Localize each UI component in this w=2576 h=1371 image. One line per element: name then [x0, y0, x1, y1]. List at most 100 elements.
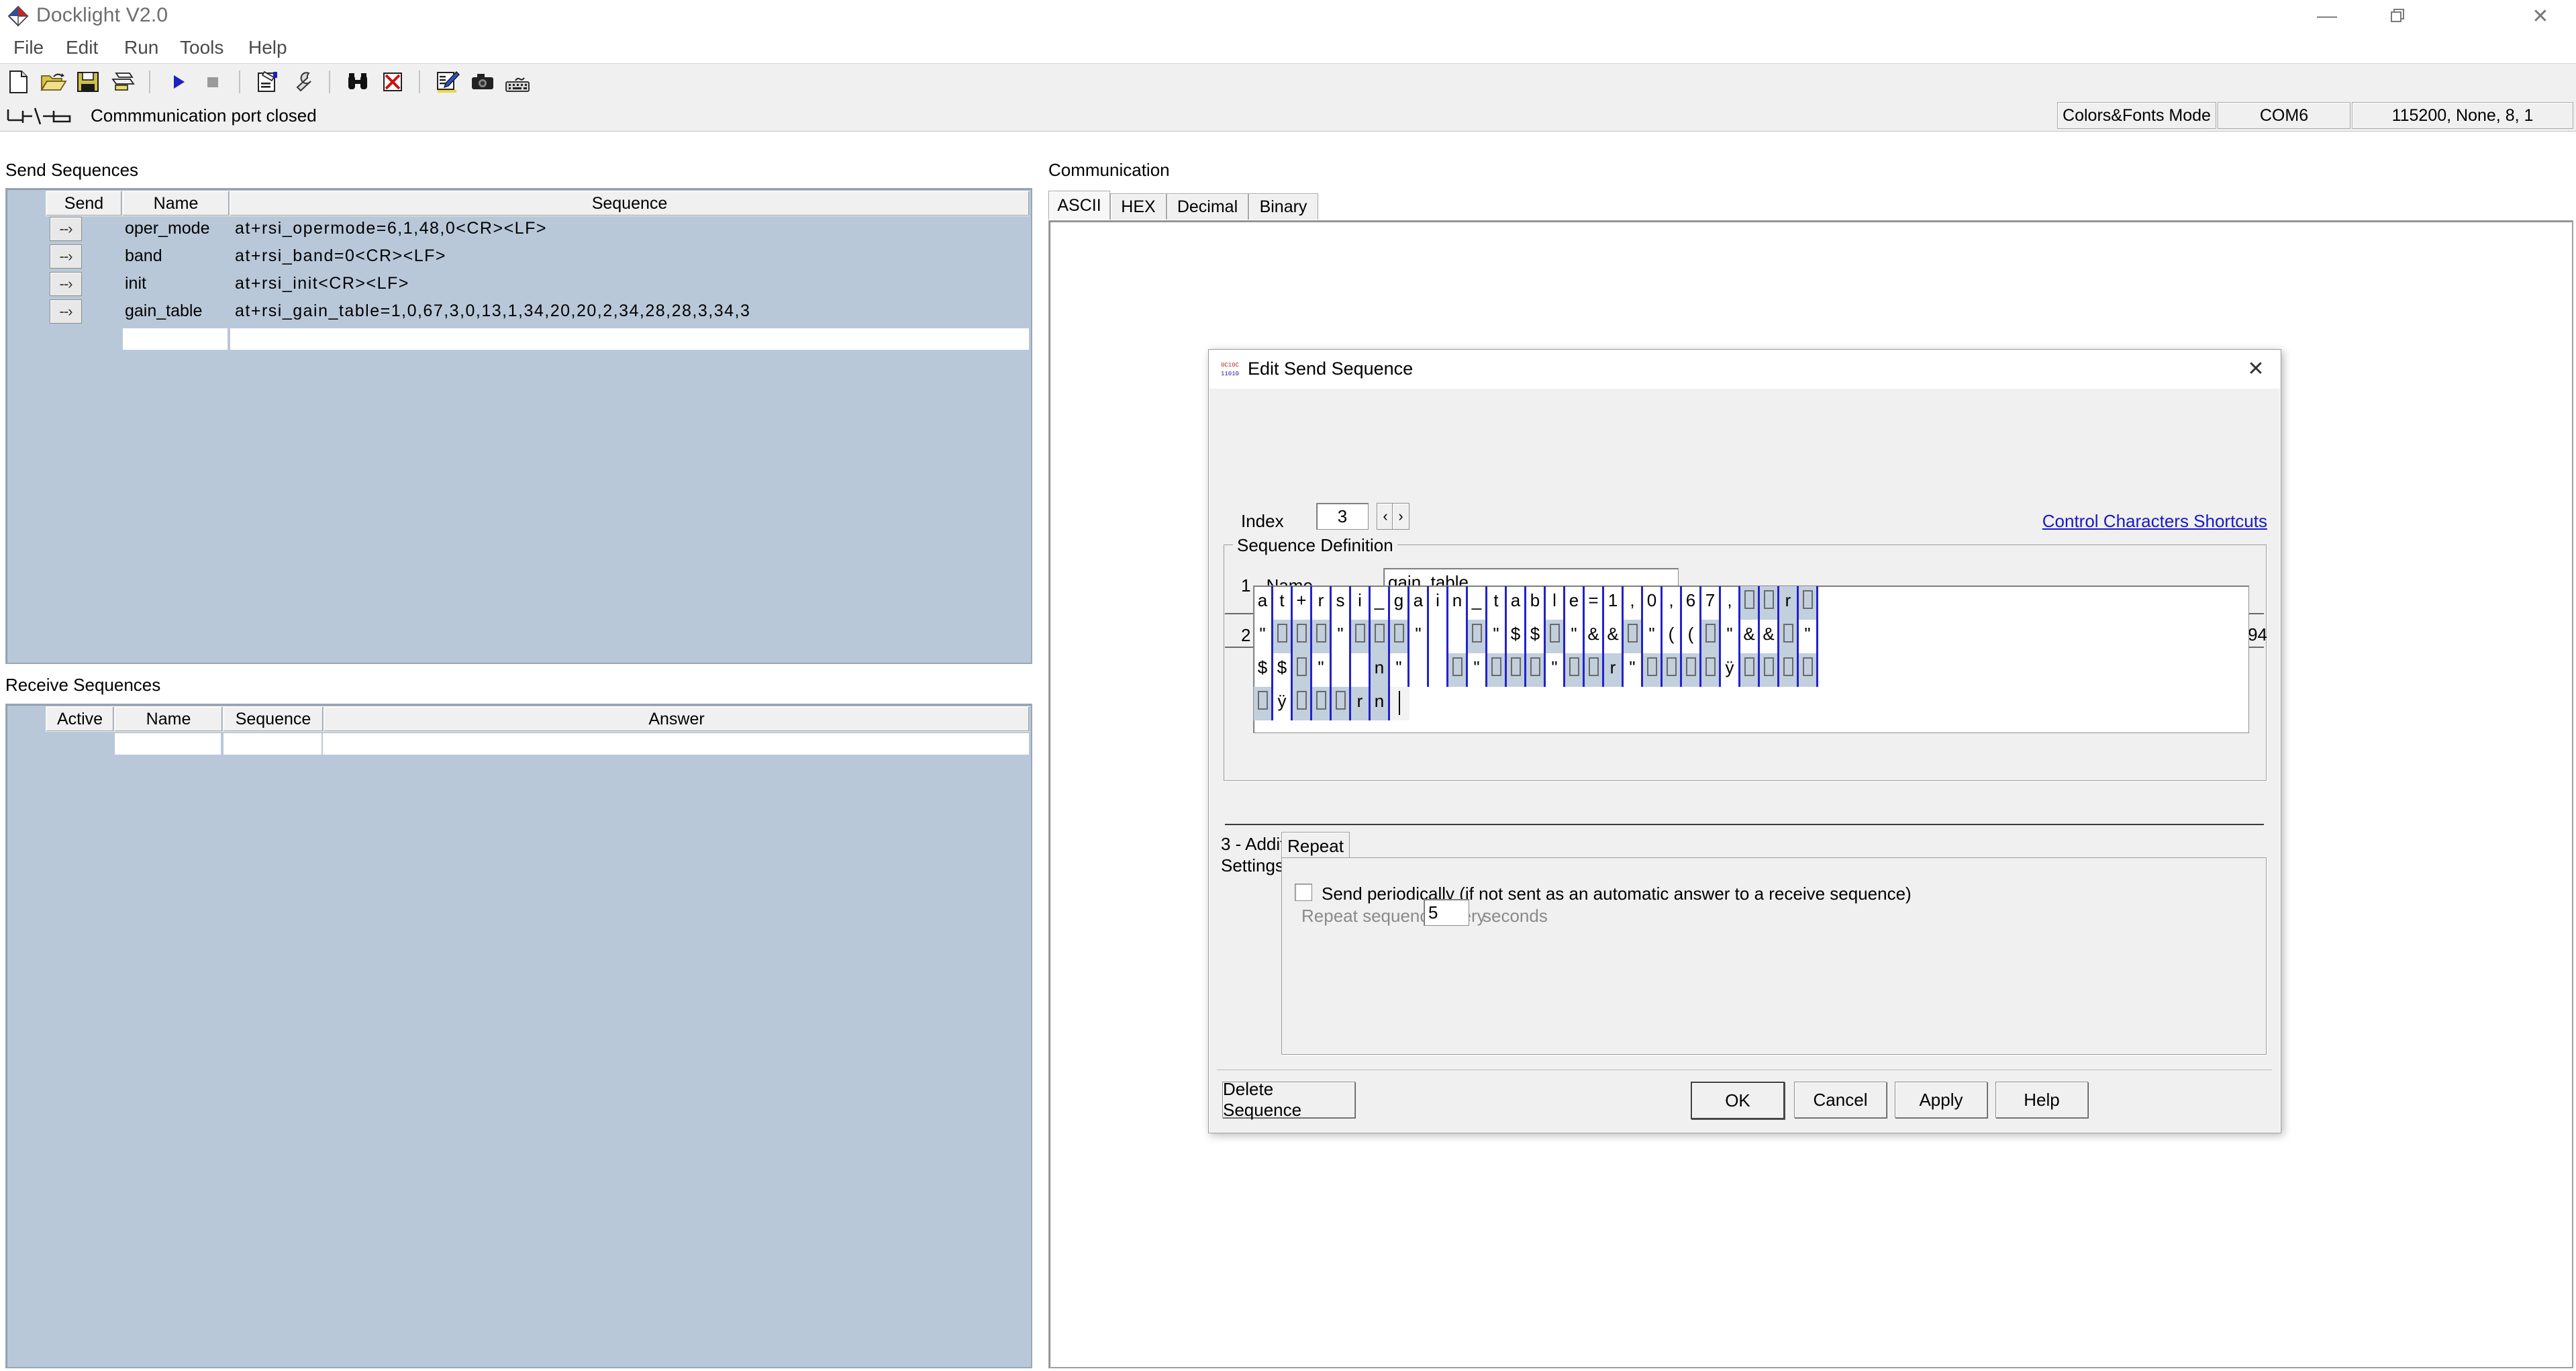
- tools-wrench-icon[interactable]: [289, 68, 317, 96]
- char-cell[interactable]: n: [1371, 653, 1390, 687]
- find-binoculars-icon[interactable]: [344, 68, 372, 96]
- char-cell[interactable]: ": [1721, 620, 1740, 653]
- char-cell[interactable]: [1663, 653, 1682, 687]
- recv-col-header-name[interactable]: Name: [114, 706, 224, 732]
- char-cell[interactable]: [1740, 586, 1760, 620]
- char-cell[interactable]: [1643, 653, 1663, 687]
- recv-col-header-answer[interactable]: Answer: [324, 706, 1030, 732]
- char-cell[interactable]: a: [1254, 586, 1273, 620]
- char-cell[interactable]: t: [1273, 586, 1293, 620]
- com-port-indicator[interactable]: COM6: [2218, 102, 2350, 129]
- recv-empty-name-cell[interactable]: [114, 732, 221, 755]
- minimize-button[interactable]: —: [2291, 0, 2363, 32]
- char-cell[interactable]: &: [1740, 620, 1760, 653]
- char-cell[interactable]: ": [1409, 620, 1429, 653]
- char-cell[interactable]: [1487, 653, 1507, 687]
- char-cell[interactable]: [1332, 687, 1351, 720]
- char-cell[interactable]: [1799, 586, 1818, 620]
- snapshot-camera-icon[interactable]: [468, 68, 497, 96]
- char-cell[interactable]: ": [1487, 620, 1507, 653]
- open-folder-icon[interactable]: [39, 68, 67, 96]
- char-cell[interactable]: [1332, 653, 1351, 687]
- char-cell[interactable]: [1507, 653, 1526, 687]
- send-empty-sequence-cell[interactable]: [230, 328, 1030, 350]
- char-cell[interactable]: g: [1390, 586, 1409, 620]
- recv-empty-answer-cell[interactable]: [322, 732, 1030, 755]
- repeat-interval-input[interactable]: 5: [1424, 899, 1469, 926]
- char-cell[interactable]: ": [1546, 653, 1565, 687]
- send-button-row-0[interactable]: --›: [50, 217, 82, 241]
- char-cell[interactable]: $: [1254, 653, 1273, 687]
- char-cell[interactable]: [1312, 620, 1332, 653]
- char-cell[interactable]: r: [1351, 687, 1371, 720]
- char-cell[interactable]: [1799, 653, 1818, 687]
- send-periodically-checkbox[interactable]: [1295, 884, 1312, 901]
- ok-button[interactable]: OK: [1691, 1082, 1785, 1119]
- send-button-row-3[interactable]: --›: [50, 299, 82, 324]
- char-cell[interactable]: [1371, 620, 1390, 653]
- char-cell[interactable]: [1409, 653, 1429, 687]
- char-cell[interactable]: [1779, 653, 1799, 687]
- new-file-icon[interactable]: [4, 68, 32, 96]
- send-button-row-2[interactable]: --›: [50, 272, 82, 296]
- port-params-indicator[interactable]: 115200, None, 8, 1: [2352, 102, 2573, 129]
- colors-fonts-mode-indicator[interactable]: Colors&Fonts Mode: [2057, 102, 2216, 129]
- char-cell[interactable]: [1448, 620, 1468, 653]
- char-cell[interactable]: [1760, 653, 1779, 687]
- char-cell[interactable]: a: [1507, 586, 1526, 620]
- char-cell[interactable]: ,: [1624, 586, 1643, 620]
- char-cell[interactable]: ": [1390, 653, 1409, 687]
- char-cell[interactable]: r: [1779, 586, 1799, 620]
- char-cell[interactable]: [1390, 620, 1409, 653]
- char-cell[interactable]: t: [1487, 586, 1507, 620]
- char-cell[interactable]: i: [1429, 586, 1448, 620]
- cancel-button[interactable]: Cancel: [1794, 1082, 1887, 1118]
- send-name-row-0[interactable]: oper_mode: [125, 217, 209, 240]
- char-cell[interactable]: [1448, 653, 1468, 687]
- send-name-row-1[interactable]: band: [125, 244, 162, 267]
- delete-sequence-button[interactable]: Delete Sequence: [1222, 1082, 1355, 1118]
- char-cell[interactable]: ": [1254, 620, 1273, 653]
- char-cell[interactable]: [1468, 620, 1487, 653]
- char-cell[interactable]: 7: [1701, 586, 1721, 620]
- send-sequence-row-0[interactable]: at+rsi_opermode=6,1,48,0<CR><LF>: [235, 217, 1027, 240]
- send-sequence-row-3[interactable]: at+rsi_gain_table=1,0,67,3,0,13,1,34,20,…: [235, 299, 1027, 322]
- char-cell[interactable]: [1624, 620, 1643, 653]
- send-col-header-send[interactable]: Send: [46, 191, 123, 216]
- char-cell[interactable]: [1351, 620, 1371, 653]
- char-cell[interactable]: r: [1604, 653, 1624, 687]
- char-cell[interactable]: e: [1565, 586, 1585, 620]
- print-icon[interactable]: [109, 68, 137, 96]
- char-cell[interactable]: [1293, 653, 1312, 687]
- char-cell[interactable]: ": [1565, 620, 1585, 653]
- char-cell[interactable]: ": [1643, 620, 1663, 653]
- clear-communication-icon[interactable]: [379, 68, 407, 96]
- char-cell[interactable]: $: [1507, 620, 1526, 653]
- send-sequence-row-2[interactable]: at+rsi_init<CR><LF>: [235, 272, 1027, 295]
- menu-item-run[interactable]: Run: [117, 36, 165, 60]
- char-cell[interactable]: [1429, 653, 1448, 687]
- tab-hex[interactable]: HEX: [1110, 193, 1167, 220]
- char-cell[interactable]: [1565, 653, 1585, 687]
- char-cell[interactable]: ": [1799, 620, 1818, 653]
- char-cell[interactable]: ": [1624, 653, 1643, 687]
- char-cell[interactable]: [1293, 620, 1312, 653]
- char-cell[interactable]: ,: [1721, 586, 1740, 620]
- index-value-field[interactable]: 3: [1316, 503, 1369, 530]
- char-cell[interactable]: [1254, 687, 1273, 720]
- send-sequences-grid[interactable]: Send Name Sequence --› oper_mode at+rsi_…: [5, 188, 1032, 664]
- char-cell[interactable]: i: [1351, 586, 1371, 620]
- char-cell[interactable]: b: [1526, 586, 1546, 620]
- tab-binary[interactable]: Binary: [1248, 193, 1318, 220]
- char-cell[interactable]: [1701, 620, 1721, 653]
- save-icon[interactable]: [74, 68, 102, 96]
- char-cell[interactable]: [1740, 653, 1760, 687]
- char-cell[interactable]: n: [1371, 687, 1390, 720]
- char-cell[interactable]: [1585, 653, 1604, 687]
- char-cell[interactable]: &: [1604, 620, 1624, 653]
- recv-empty-sequence-cell[interactable]: [223, 732, 322, 755]
- edit-sequence-icon[interactable]: [434, 68, 462, 96]
- start-communication-icon[interactable]: [164, 68, 192, 96]
- help-button[interactable]: Help: [1995, 1082, 2088, 1118]
- send-col-header-name[interactable]: Name: [122, 191, 230, 216]
